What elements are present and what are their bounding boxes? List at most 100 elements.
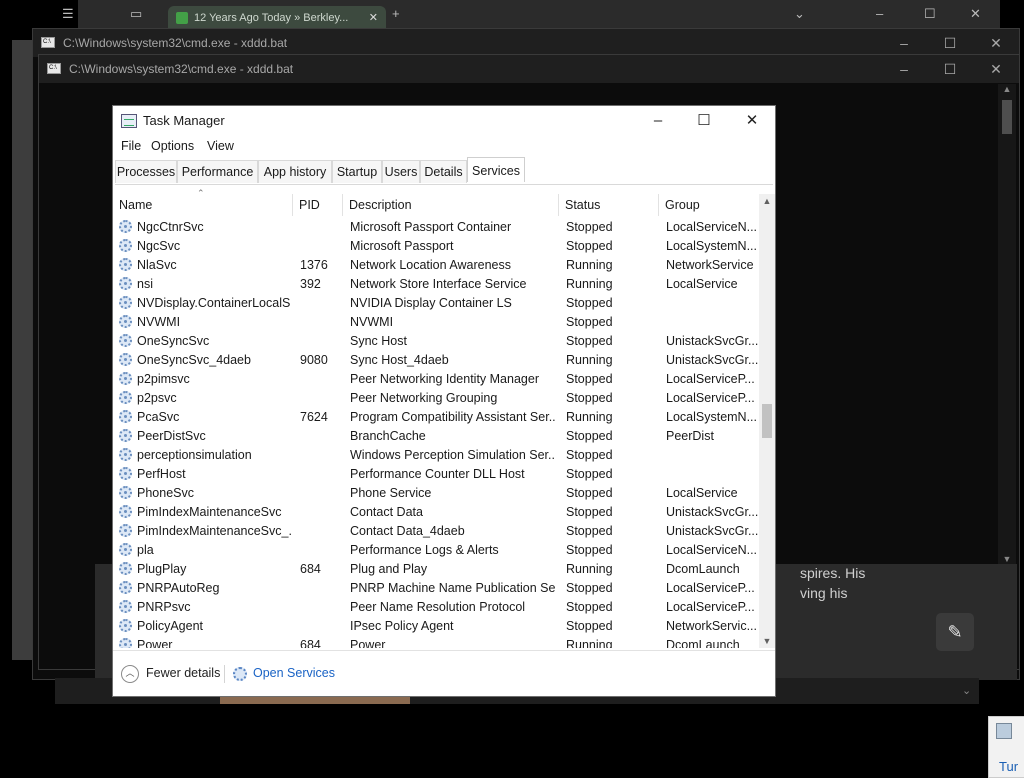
column-header-group[interactable]: Group (659, 194, 759, 216)
service-pid: 684 (300, 562, 321, 576)
task-manager-window[interactable]: Task Manager – ☐ ✕ File Options View Pro… (112, 105, 776, 697)
service-row[interactable]: PolicyAgent IPsec Policy Agent Stopped Netw… (113, 617, 759, 636)
service-row[interactable]: NlaSvc 1376 Network Location Awareness Runn… (113, 256, 759, 275)
scroll-down-icon[interactable]: ▼ (759, 636, 775, 646)
column-header-description[interactable]: Description (343, 194, 559, 216)
cmd-minimize-icon[interactable]: – (881, 29, 927, 57)
service-row[interactable]: NVDisplay.ContainerLocalS... NVIDIA Displ… (113, 294, 759, 313)
column-header-pid[interactable]: PID (293, 194, 343, 216)
open-services-link[interactable]: Open Services (253, 666, 335, 680)
service-gear-icon (119, 524, 132, 537)
service-status: Stopped (566, 543, 613, 557)
tab-services[interactable]: Services (467, 157, 525, 182)
service-description: Performance Logs & Alerts (350, 543, 499, 557)
browser-menu-icon[interactable]: ☰ (62, 6, 74, 22)
service-group: DcomLaunch (666, 562, 740, 576)
service-row[interactable]: OneSyncSvc Sync Host Stopped UnistackSvcGr.… (113, 332, 759, 351)
browser-tab[interactable]: 12 Years Ago Today » Berkley... ✕ (168, 6, 386, 30)
service-status: Stopped (566, 600, 613, 614)
scroll-up-icon[interactable]: ▲ (759, 196, 775, 206)
service-name: PNRPsvc (137, 600, 191, 614)
service-row[interactable]: PcaSvc 7624 Program Compatibility Assistan… (113, 408, 759, 427)
tab-close-icon[interactable]: ✕ (369, 6, 378, 30)
service-row[interactable]: PerfHost Performance Counter DLL Host Stop… (113, 465, 759, 484)
service-status: Running (566, 258, 613, 272)
service-row[interactable]: NVWMI NVWMI Stopped (113, 313, 759, 332)
tab-app-history[interactable]: App history (258, 160, 332, 183)
scroll-up-icon[interactable]: ▲ (998, 84, 1016, 94)
cmd-titlebar[interactable]: C:\ C:\Windows\system32\cmd.exe - xddd.b… (33, 29, 1019, 57)
service-row[interactable]: p2psvc Peer Networking Grouping Stopped Loc… (113, 389, 759, 408)
minimize-icon[interactable]: – (635, 106, 681, 136)
cmd-maximize-icon[interactable]: ☐ (927, 55, 973, 83)
cmd-scrollbar[interactable]: ▲ ▼ (998, 84, 1016, 564)
edit-pencil-icon[interactable]: ✎ (936, 613, 974, 651)
service-name: PNRPAutoReg (137, 581, 220, 595)
tab-performance[interactable]: Performance (177, 160, 258, 183)
service-description: Microsoft Passport Container (350, 220, 512, 234)
service-row[interactable]: PNRPsvc Peer Name Resolution Protocol Stop… (113, 598, 759, 617)
service-status: Stopped (566, 524, 613, 538)
chevron-up-circle-icon[interactable]: ︿ (121, 665, 139, 683)
new-tab-icon[interactable]: + (392, 6, 400, 21)
browser-maximize-icon[interactable]: ☐ (924, 6, 936, 22)
service-row[interactable]: PimIndexMaintenanceSvc_... Contact Data_4… (113, 522, 759, 541)
service-gear-icon (119, 543, 132, 556)
service-row[interactable]: perceptionsimulation Windows Perception S… (113, 446, 759, 465)
task-manager-titlebar[interactable]: Task Manager – ☐ ✕ (113, 106, 775, 136)
service-group: PeerDist (666, 429, 714, 443)
service-group: LocalServiceP... (666, 581, 755, 595)
service-gear-icon (119, 600, 132, 613)
column-header-status[interactable]: Status (559, 194, 659, 216)
tab-users[interactable]: Users (382, 160, 420, 183)
maximize-icon[interactable]: ☐ (681, 106, 727, 136)
service-name: NVDisplay.ContainerLocalS... (137, 296, 291, 310)
service-pid: 392 (300, 277, 321, 291)
service-row[interactable]: p2pimsvc Peer Networking Identity Manager… (113, 370, 759, 389)
service-row[interactable]: Power 684 Power Running DcomLaunch (113, 636, 759, 648)
service-row[interactable]: PNRPAutoReg PNRP Machine Name Publication… (113, 579, 759, 598)
cmd-close-icon[interactable]: ✕ (973, 55, 1019, 83)
service-row[interactable]: PhoneSvc Phone Service Stopped LocalService (113, 484, 759, 503)
service-description: Sync Host_4daeb (350, 353, 449, 367)
service-row[interactable]: PeerDistSvc BranchCache Stopped PeerDist (113, 427, 759, 446)
menu-options[interactable]: Options (151, 139, 194, 153)
cmd-close-icon[interactable]: ✕ (973, 29, 1019, 57)
tab-details[interactable]: Details (420, 160, 467, 183)
service-name: NlaSvc (137, 258, 177, 272)
scroll-down-icon[interactable]: ▼ (998, 554, 1016, 564)
service-gear-icon (119, 429, 132, 442)
vertical-scrollbar[interactable]: ▲ ▼ (759, 194, 775, 648)
browser-minimize-icon[interactable]: – (876, 6, 883, 21)
menu-view[interactable]: View (207, 139, 234, 153)
service-row[interactable]: OneSyncSvc_4daeb 9080 Sync Host_4daeb Runni… (113, 351, 759, 370)
service-gear-icon (119, 334, 132, 347)
cmd-maximize-icon[interactable]: ☐ (927, 29, 973, 57)
service-pid: 1376 (300, 258, 328, 272)
tab-processes[interactable]: Processes (115, 160, 177, 183)
service-row[interactable]: NgcSvc Microsoft Passport Stopped LocalSyst… (113, 237, 759, 256)
service-row[interactable]: nsi 392 Network Store Interface Service Run… (113, 275, 759, 294)
fewer-details-link[interactable]: Fewer details (146, 666, 220, 680)
service-description: Peer Networking Grouping (350, 391, 498, 405)
scroll-thumb[interactable] (1002, 100, 1012, 134)
service-gear-icon (119, 315, 132, 328)
service-row[interactable]: pla Performance Logs & Alerts Stopped Local… (113, 541, 759, 560)
service-name: PerfHost (137, 467, 186, 481)
service-row[interactable]: NgcCtnrSvc Microsoft Passport Container St… (113, 218, 759, 237)
cmd-minimize-icon[interactable]: – (881, 55, 927, 83)
chevron-down-icon[interactable]: ⌄ (962, 684, 971, 697)
service-row[interactable]: PimIndexMaintenanceSvc Contact Data Stoppe… (113, 503, 759, 522)
column-header-name[interactable]: Name (113, 194, 293, 216)
tab-startup[interactable]: Startup (332, 160, 382, 183)
service-row[interactable]: PlugPlay 684 Plug and Play Running DcomLaunc… (113, 560, 759, 579)
corner-window[interactable]: Tur (988, 716, 1024, 778)
browser-close-icon[interactable]: ✕ (970, 6, 981, 22)
browser-chevron-icon[interactable]: ⌄ (794, 6, 805, 22)
cmd-titlebar[interactable]: C:\ C:\Windows\system32\cmd.exe - xddd.b… (39, 55, 1019, 83)
close-icon[interactable]: ✕ (729, 106, 775, 136)
browser-tabs-icon[interactable]: ▭ (130, 6, 142, 22)
scroll-thumb[interactable] (762, 404, 772, 438)
menu-file[interactable]: File (121, 139, 141, 153)
service-status: Stopped (566, 220, 613, 234)
